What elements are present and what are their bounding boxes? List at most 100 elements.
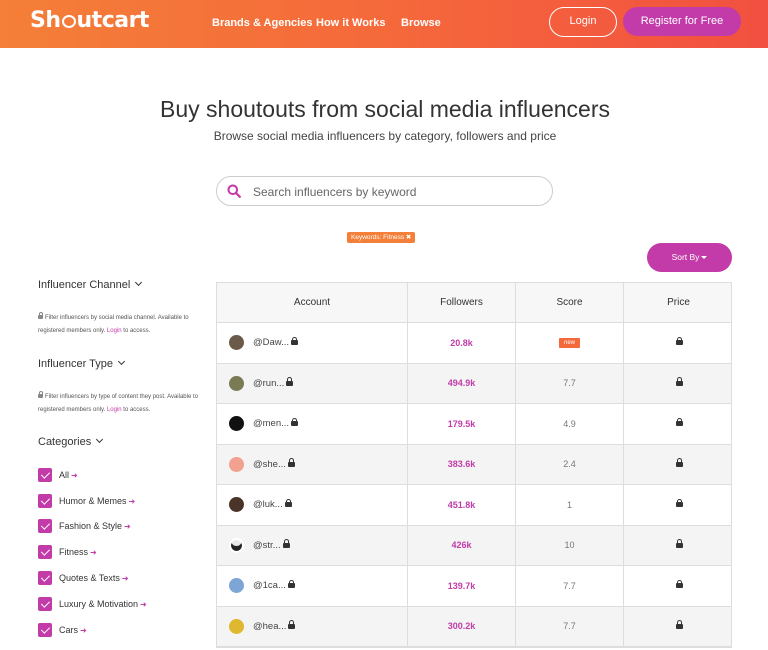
nav-how-it-works[interactable]: How it Works [316,17,385,29]
sign-in-icon[interactable]: ➜ [124,520,131,534]
shoutcart-logo[interactable]: Sh utcart [30,8,149,33]
lock-icon [291,336,299,346]
lock-icon [676,417,683,427]
keyword-filter-chip[interactable]: Keywords: Fitness ✖ [347,232,416,243]
lock-icon [676,620,683,629]
lock-icon [291,417,299,427]
checkbox-checked[interactable] [38,571,52,585]
register-button[interactable]: Register for Free [623,7,741,36]
nav-browse[interactable]: Browse [401,17,441,29]
influencer-table: Account Followers Score Price @Daw... 20… [216,282,732,648]
followers-count: 451.8k [447,499,476,510]
influencer-type-note: Filter influencers by type of content th… [38,391,203,416]
table-row[interactable]: @luk... 451.8k 1 [217,485,731,526]
checkbox-checked[interactable] [38,623,52,637]
login-link[interactable]: Login [107,407,122,413]
search-icon[interactable] [227,184,241,198]
column-header-score[interactable]: Score [516,283,624,322]
followers-count: 179.5k [447,418,476,429]
lock-icon [282,539,290,548]
table-row[interactable]: @1ca... 139.7k 7.7 [217,566,731,607]
search-bar [216,176,553,206]
login-link[interactable]: Login [107,328,122,334]
caret-down-icon [701,256,708,259]
lock-icon [288,620,296,629]
avatar [229,578,244,594]
category-label: Fitness [59,547,89,557]
chevron-down-icon [117,357,126,366]
account-handle[interactable]: @run... [253,378,284,389]
account-handle[interactable]: @str... [253,540,281,551]
login-button[interactable]: Login [549,7,617,37]
lock-icon [676,458,683,467]
checkbox-checked[interactable] [38,494,52,508]
column-header-price[interactable]: Price [624,283,733,322]
influencer-channel-label: Influencer Channel [38,279,131,291]
search-input[interactable] [253,182,543,202]
sort-by-button[interactable]: Sort By [647,243,732,272]
followers-count: 426k [451,540,472,551]
avatar [229,375,244,391]
score-value: 10 [564,540,575,551]
category-label: Luxury & Motivation [59,599,139,609]
table-row[interactable]: @she... 383.6k 2.4 [217,444,731,485]
lock-icon [676,498,683,508]
table-row[interactable]: @Daw... 20.8k new [217,323,731,364]
influencer-channel-heading[interactable]: Influencer Channel [38,278,143,291]
followers-count: 383.6k [447,459,476,470]
page-title: Buy shoutouts from social media influenc… [160,96,610,122]
lock-icon [287,458,295,467]
avatar [229,618,244,634]
avatar [229,456,244,472]
followers-count: 20.8k [450,337,473,348]
sign-in-icon[interactable]: ➜ [129,495,136,509]
influencer-type-heading[interactable]: Influencer Type [38,357,126,370]
account-handle[interactable]: @luk... [253,499,283,510]
checkbox-checked[interactable] [38,468,52,482]
avatar [229,497,244,513]
column-header-account[interactable]: Account [217,283,408,322]
category-label: Humor & Memes [59,496,127,506]
table-row[interactable]: @men... 179.5k 4.9 [217,404,731,445]
table-row[interactable]: @str... 426k 10 [217,525,731,566]
sign-in-icon[interactable]: ➜ [90,546,97,560]
nav-brands-agencies[interactable]: Brands & Agencies [212,17,312,29]
account-handle[interactable]: @Daw... [253,337,289,348]
score-value: 7.7 [563,580,576,591]
page-subtitle: Browse social media influencers by categ… [213,129,557,143]
table-row[interactable]: @hea... 300.2k 7.7 [217,606,731,647]
lock-icon [286,377,294,386]
table-row[interactable]: @run... 494.9k 7.7 [217,363,731,404]
column-header-followers[interactable]: Followers [408,283,516,322]
categories-heading[interactable]: Categories [38,435,104,448]
checkbox-checked[interactable] [38,597,52,611]
account-handle[interactable]: @she... [253,459,286,470]
sign-in-icon[interactable]: ➜ [71,469,78,483]
followers-count: 494.9k [447,378,476,389]
influencer-channel-note: Filter influencers by social media chann… [38,312,203,337]
category-label: Quotes & Texts [59,573,120,583]
sign-in-icon[interactable]: ➜ [140,598,147,612]
lock-icon [676,539,683,548]
lock-icon [287,579,295,589]
type-note-suffix: to access. [123,406,151,413]
lock-icon [284,498,292,508]
top-navbar: Sh utcart Brands & Agencies How it Works … [0,0,768,48]
category-label: All [59,470,70,480]
checkbox-checked[interactable] [38,519,52,533]
lock-icon [38,312,43,319]
categories-label: Categories [38,436,92,448]
sign-in-icon[interactable]: ➜ [122,572,129,586]
account-handle[interactable]: @men... [253,418,289,429]
checkbox-checked[interactable] [38,545,52,559]
influencer-type-label: Influencer Type [38,358,114,370]
sign-in-icon[interactable]: ➜ [80,624,87,638]
score-value: 7.7 [563,378,576,389]
score-value: 7.7 [563,621,576,632]
channel-note-suffix: to access. [123,327,151,334]
account-handle[interactable]: @1ca... [253,580,286,591]
account-handle[interactable]: @hea... [253,621,286,632]
new-badge: new [558,337,580,348]
chevron-down-icon [96,435,104,444]
chevron-down-icon [135,278,143,287]
